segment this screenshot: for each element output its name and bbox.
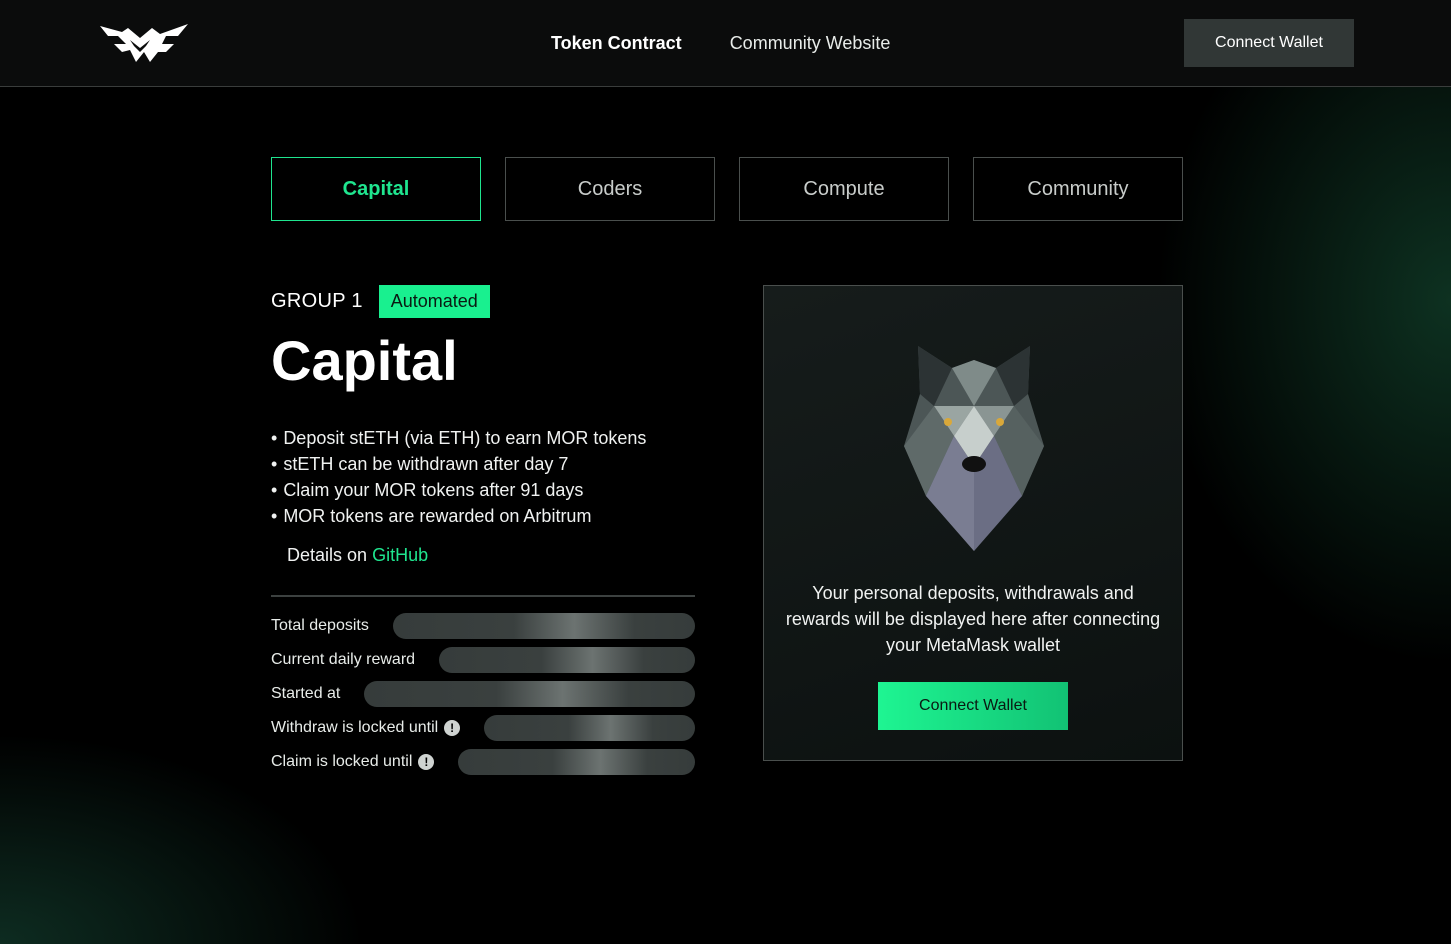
stat-label: Current daily reward — [271, 651, 416, 668]
loading-skeleton — [392, 613, 695, 639]
loading-skeleton — [364, 681, 695, 707]
wolf-icon — [904, 346, 1044, 551]
tab-coders[interactable]: Coders — [505, 157, 715, 221]
info-icon[interactable]: ! — [444, 720, 461, 736]
header: Token Contract Community Website Connect… — [0, 0, 1451, 87]
stat-label: Started at — [271, 685, 341, 702]
top-nav: Token Contract Community Website — [551, 30, 890, 56]
stat-row-daily-reward: Current daily reward — [271, 647, 695, 673]
tab-bar: Capital Coders Compute Community — [271, 157, 1183, 221]
loading-skeleton — [458, 749, 695, 775]
divider — [271, 595, 695, 597]
github-link[interactable]: GitHub — [372, 545, 428, 565]
wallet-card-message: Your personal deposits, withdrawals and … — [785, 583, 1161, 655]
list-item: MOR tokens are rewarded on Arbitrum — [271, 503, 646, 529]
page-title: Capital — [271, 329, 458, 392]
tab-compute[interactable]: Compute — [739, 157, 949, 221]
group-header: GROUP 1 Automated — [271, 285, 490, 318]
nav-community-website[interactable]: Community Website — [730, 30, 891, 56]
wallet-card: Your personal deposits, withdrawals and … — [763, 285, 1183, 761]
feature-list: Deposit stETH (via ETH) to earn MOR toke… — [271, 425, 646, 529]
stat-row-total-deposits: Total deposits — [271, 613, 695, 639]
stat-label: Withdraw is locked until — [271, 719, 439, 736]
connect-wallet-button[interactable]: Connect Wallet — [1184, 19, 1354, 67]
details-prefix: Details on — [287, 545, 368, 565]
stat-label: Claim is locked until — [271, 753, 413, 770]
nav-token-contract[interactable]: Token Contract — [551, 30, 682, 56]
group-label: GROUP 1 — [271, 290, 363, 312]
mor-logo-icon[interactable] — [100, 22, 190, 64]
loading-skeleton — [439, 647, 695, 673]
loading-skeleton — [484, 715, 695, 741]
info-icon[interactable]: ! — [418, 754, 435, 770]
stat-label: Total deposits — [271, 617, 369, 634]
stat-row-claim-locked: Claim is locked until ! — [271, 749, 695, 775]
automated-badge: Automated — [378, 285, 490, 318]
stat-row-started-at: Started at — [271, 681, 695, 707]
tab-community[interactable]: Community — [973, 157, 1183, 221]
stats-list: Total deposits Current daily reward Star… — [271, 613, 695, 783]
list-item: Claim your MOR tokens after 91 days — [271, 477, 646, 503]
stat-row-withdraw-locked: Withdraw is locked until ! — [271, 715, 695, 741]
tab-capital[interactable]: Capital — [271, 157, 481, 221]
card-connect-wallet-button[interactable]: Connect Wallet — [878, 682, 1068, 730]
list-item: stETH can be withdrawn after day 7 — [271, 451, 646, 477]
list-item: Deposit stETH (via ETH) to earn MOR toke… — [271, 425, 646, 451]
details-line: Details on GitHub — [287, 545, 428, 566]
